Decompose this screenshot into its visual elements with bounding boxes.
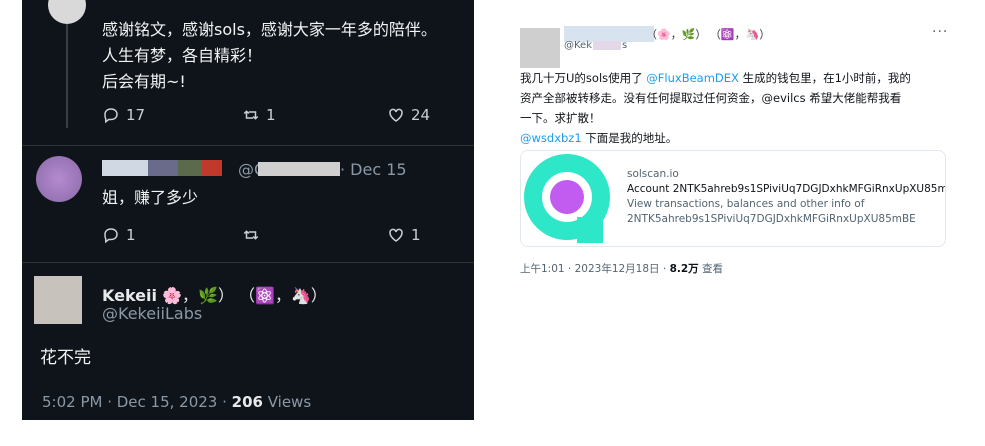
reply-icon xyxy=(104,108,118,124)
reply-text-line-2: 人生有梦，各自精彩！ xyxy=(102,46,263,65)
right-tweet-screenshot: @Kek s （🌸，🌿） （⚛️，🦄） ··· 我几十万U的sols使用了 @Fl… xyxy=(510,18,972,280)
like-button[interactable]: 24 xyxy=(387,106,430,124)
heart-icon xyxy=(389,228,403,242)
reply-button[interactable]: 17 xyxy=(102,106,145,124)
more-options-button[interactable]: ··· xyxy=(932,24,948,40)
repost-count: 1 xyxy=(266,106,276,124)
reply-text: 姐，赚了多少 xyxy=(102,188,199,207)
tweet-text: 花不完 xyxy=(40,348,91,368)
repost-button[interactable]: 1 xyxy=(242,106,276,124)
card-description: 2NTK5ahreb9s1SPiviUq7DGJDxhkMFGiRnxUpXU8… xyxy=(627,213,916,225)
reply-text-line-3: 后会有期~! xyxy=(102,72,186,91)
reply-text-line-1: 感谢铭文，感谢sols，感谢大家一年多的陪伴。 xyxy=(102,20,437,39)
author-handle[interactable]: @Kek s xyxy=(564,40,627,51)
repost-icon xyxy=(243,110,259,120)
tweet-meta: 5:02 PM · Dec 15, 2023 · 206 Views xyxy=(42,393,311,411)
avatar[interactable] xyxy=(48,0,86,24)
like-count: 24 xyxy=(411,106,431,124)
reply-count: 17 xyxy=(126,106,146,124)
avatar[interactable] xyxy=(36,156,82,202)
author-handle[interactable]: @KekeiiLabs xyxy=(102,304,202,323)
views-label: 查看 xyxy=(698,263,724,275)
avatar[interactable] xyxy=(520,28,560,68)
reply-date: · Dec 15 xyxy=(340,160,407,179)
blurred-username xyxy=(102,160,222,176)
card-description: View transactions, balances and other in… xyxy=(627,198,865,210)
views-count: 8.2万 xyxy=(669,263,699,275)
reply-count: 1 xyxy=(126,226,136,244)
solscan-logo-icon xyxy=(521,151,615,246)
mention-link[interactable]: @FluxBeamDEX xyxy=(646,71,739,85)
heart-icon xyxy=(389,108,403,122)
tweet-body: 我几十万U的sols使用了 @FluxBeamDEX 生成的钱包里，在1小时前，… xyxy=(520,71,911,145)
reply-button[interactable]: 1 xyxy=(102,226,136,244)
repost-icon xyxy=(243,230,259,240)
divider xyxy=(22,145,474,146)
card-text: solscan.io Account 2NTK5ahreb9s1SPiviUq7… xyxy=(627,167,945,227)
like-button[interactable]: 1 xyxy=(387,226,421,244)
divider xyxy=(22,262,474,263)
repost-button[interactable] xyxy=(242,226,260,244)
mention-link[interactable]: @wsdxbz1 xyxy=(520,131,582,145)
tweet-time[interactable]: 5:02 PM · Dec 15, 2023 · xyxy=(42,393,232,411)
blurred-handle xyxy=(258,162,340,176)
card-title: Account 2NTK5ahreb9s1SPiviUq7DGJDxhkMFGi… xyxy=(627,183,945,195)
link-preview-card[interactable]: solscan.io Account 2NTK5ahreb9s1SPiviUq7… xyxy=(520,150,946,247)
author-name[interactable]: Kekeii 🌸，🌿） （⚛️，🦄） xyxy=(102,282,327,306)
views-count: 206 xyxy=(231,393,263,411)
reply-icon xyxy=(104,228,118,244)
card-domain: solscan.io xyxy=(627,168,679,180)
left-thread-screenshot: 感谢铭文，感谢sols，感谢大家一年多的陪伴。 人生有梦，各自精彩！ 后会有期~… xyxy=(22,0,474,420)
name-emoji: （🌸，🌿） （⚛️，🦄） xyxy=(646,28,771,41)
tweet-time[interactable]: 上午1:01 · 2023年12月18日 · xyxy=(520,263,670,275)
name-emoji: 🌸，🌿） （⚛️，🦄） xyxy=(162,286,327,305)
avatar[interactable] xyxy=(34,276,82,324)
views-label: Views xyxy=(262,393,312,411)
like-count: 1 xyxy=(411,226,421,244)
tweet-meta: 上午1:01 · 2023年12月18日 · 8.2万 查看 xyxy=(520,261,723,276)
